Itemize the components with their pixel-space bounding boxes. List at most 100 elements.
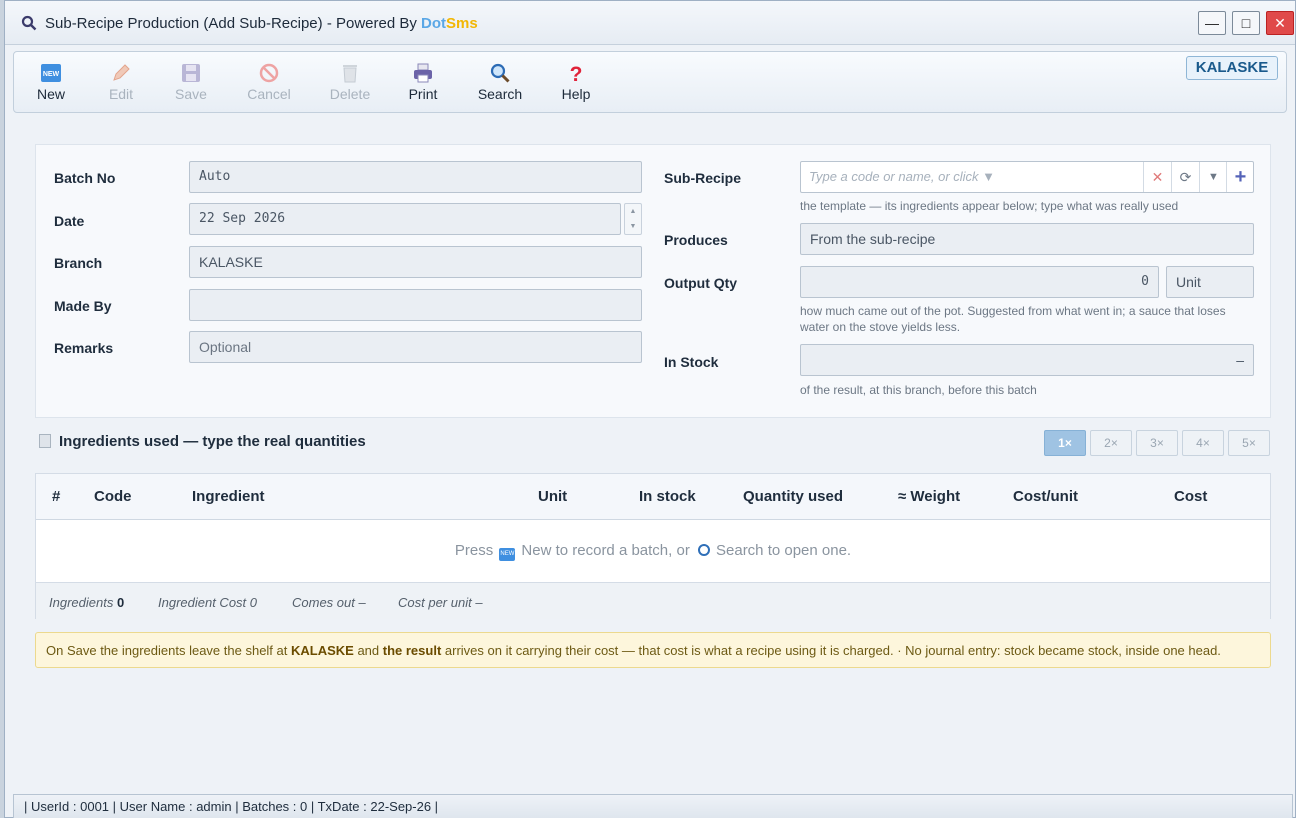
output-hint-2: water on the stove yields less. (800, 320, 961, 334)
delete-button[interactable]: Delete (315, 62, 385, 102)
app-window: Sub-Recipe Production (Add Sub-Recipe) -… (4, 0, 1296, 818)
branch-label: Branch (54, 255, 103, 271)
new-icon: NEW (499, 548, 516, 561)
svg-text:NEW: NEW (43, 71, 60, 78)
batch-no-label: Batch No (54, 170, 116, 186)
print-button[interactable]: Print (388, 62, 458, 102)
spin-up-icon[interactable]: ▲ (625, 204, 641, 219)
date-label: Date (54, 213, 85, 229)
help-label: Help (561, 86, 591, 102)
ingredients-heading: Ingredients used — type the real quantit… (39, 433, 366, 450)
output-unit-field: Unit (1166, 266, 1254, 298)
ingredients-heading-text: Ingredients used — type the real quantit… (59, 433, 366, 450)
sub-recipe-input[interactable]: Type a code or name, or click ▼ (809, 169, 995, 184)
made-by-field[interactable] (189, 289, 642, 321)
made-by-label: Made By (54, 298, 112, 314)
multiplier-3x[interactable]: 3× (1136, 430, 1178, 456)
col-quantity-used[interactable]: Quantity used (743, 488, 843, 505)
col-code[interactable]: Code (94, 488, 132, 505)
edit-label: Edit (108, 86, 134, 102)
new-label: New (36, 86, 65, 102)
date-field[interactable]: 22 Sep 2026 (189, 203, 621, 235)
minimize-button[interactable]: — (1198, 11, 1226, 35)
grid-header: # Code Ingredient Unit In stock Quantity… (36, 474, 1270, 520)
cancel-label: Cancel (247, 86, 291, 102)
app-search-icon (21, 15, 37, 31)
in-stock-label: In Stock (664, 354, 719, 370)
grid-empty-message: Press NEW New to record a batch, or Searc… (36, 520, 1270, 582)
empty-search-text: Search to open one. (716, 542, 852, 559)
output-hint-1: how much came out of the pot. Suggested … (800, 304, 1226, 318)
trash-icon (343, 65, 357, 83)
in-stock-field: – (800, 344, 1254, 376)
output-qty-field[interactable]: 0 (800, 266, 1159, 298)
cancel-icon (259, 63, 279, 83)
window-title: Sub-Recipe Production (Add Sub-Recipe) -… (45, 15, 478, 32)
multiplier-5x[interactable]: 5× (1228, 430, 1270, 456)
produces-label: Produces (664, 232, 728, 248)
footer-ingredient-cost: Ingredient Cost 0 (158, 595, 258, 610)
in-stock-hint: of the result, at this branch, before th… (800, 383, 1037, 397)
col-ingredient[interactable]: Ingredient (192, 488, 265, 505)
footer-cost-per-unit: Cost per unit – (398, 595, 483, 610)
toolbar: NEW New Edit Save Cancel Delete Print Se… (13, 51, 1287, 113)
new-button[interactable]: NEW New (16, 62, 86, 102)
help-button[interactable]: ? Help (541, 62, 611, 102)
svg-text:?: ? (570, 63, 583, 84)
multiplier-1x[interactable]: 1× (1044, 430, 1086, 456)
status-bar: | UserId : 0001 | User Name : admin | Ba… (13, 794, 1293, 818)
dropdown-icon[interactable]: ▼ (1199, 162, 1227, 192)
printer-icon (414, 63, 432, 83)
ingredients-grid: # Code Ingredient Unit In stock Quantity… (35, 473, 1271, 619)
save-button[interactable]: Save (156, 62, 226, 102)
multiplier-4x[interactable]: 4× (1182, 430, 1224, 456)
empty-press-text: Press (454, 542, 494, 559)
produces-field: From the sub-recipe (800, 223, 1254, 255)
save-label: Save (175, 86, 207, 102)
col-in-stock[interactable]: In stock (639, 488, 696, 505)
remarks-label: Remarks (54, 340, 114, 356)
search-icon (490, 63, 510, 83)
search-icon (698, 544, 710, 556)
search-label: Search (477, 86, 523, 102)
refresh-icon[interactable]: ⟳ (1171, 162, 1199, 192)
footer-ingredients: Ingredients 0 (49, 595, 125, 610)
brand-dot: Dot (421, 15, 447, 32)
grid-footer: Ingredients 0 Ingredient Cost 0 Comes ou… (36, 582, 1270, 619)
new-icon: NEW (41, 64, 61, 82)
col-cost-unit[interactable]: Cost/unit (1013, 488, 1078, 505)
spin-down-icon[interactable]: ▼ (625, 219, 641, 234)
branch-field[interactable]: KALASKE (189, 246, 642, 278)
maximize-button[interactable]: □ (1232, 11, 1260, 35)
col-weight[interactable]: ≈ Weight (898, 488, 960, 505)
footer-comes-out: Comes out – (292, 595, 366, 610)
branch-badge: KALASKE (1186, 56, 1278, 80)
col-cost[interactable]: Cost (1174, 488, 1207, 505)
sub-recipe-hint: the template — its ingredients appear be… (800, 199, 1179, 213)
output-qty-label: Output Qty (664, 275, 738, 291)
multiplier-2x[interactable]: 2× (1090, 430, 1132, 456)
batch-no-field[interactable]: Auto (189, 161, 642, 193)
close-button[interactable]: ✕ (1266, 11, 1294, 35)
empty-new-text: New to record a batch, or (521, 542, 690, 559)
document-icon (39, 434, 51, 448)
clear-icon[interactable]: ✕ (1143, 162, 1171, 192)
cancel-button[interactable]: Cancel (234, 62, 304, 102)
print-label: Print (408, 86, 438, 102)
col-unit[interactable]: Unit (538, 488, 567, 505)
add-icon[interactable]: + (1226, 162, 1254, 192)
col-index[interactable]: # (52, 488, 60, 505)
remarks-field[interactable]: Optional (189, 331, 642, 363)
floppy-icon (182, 64, 200, 82)
sub-recipe-label: Sub-Recipe (664, 170, 742, 186)
search-button[interactable]: Search (465, 62, 535, 102)
date-spinner[interactable]: ▲ ▼ (624, 203, 642, 235)
pencil-icon (113, 64, 130, 81)
edit-button[interactable]: Edit (86, 62, 156, 102)
title-bar: Sub-Recipe Production (Add Sub-Recipe) -… (5, 1, 1295, 45)
info-note: On Save the ingredients leave the shelf … (35, 632, 1271, 668)
form-panel: Batch No Auto Date 22 Sep 2026 ▲ ▼ Branch… (35, 144, 1271, 418)
delete-label: Delete (329, 86, 371, 102)
brand-sms: Sms (446, 15, 478, 32)
sub-recipe-combo[interactable]: Type a code or name, or click ▼ ✕ ⟳ ▼ + (800, 161, 1254, 193)
